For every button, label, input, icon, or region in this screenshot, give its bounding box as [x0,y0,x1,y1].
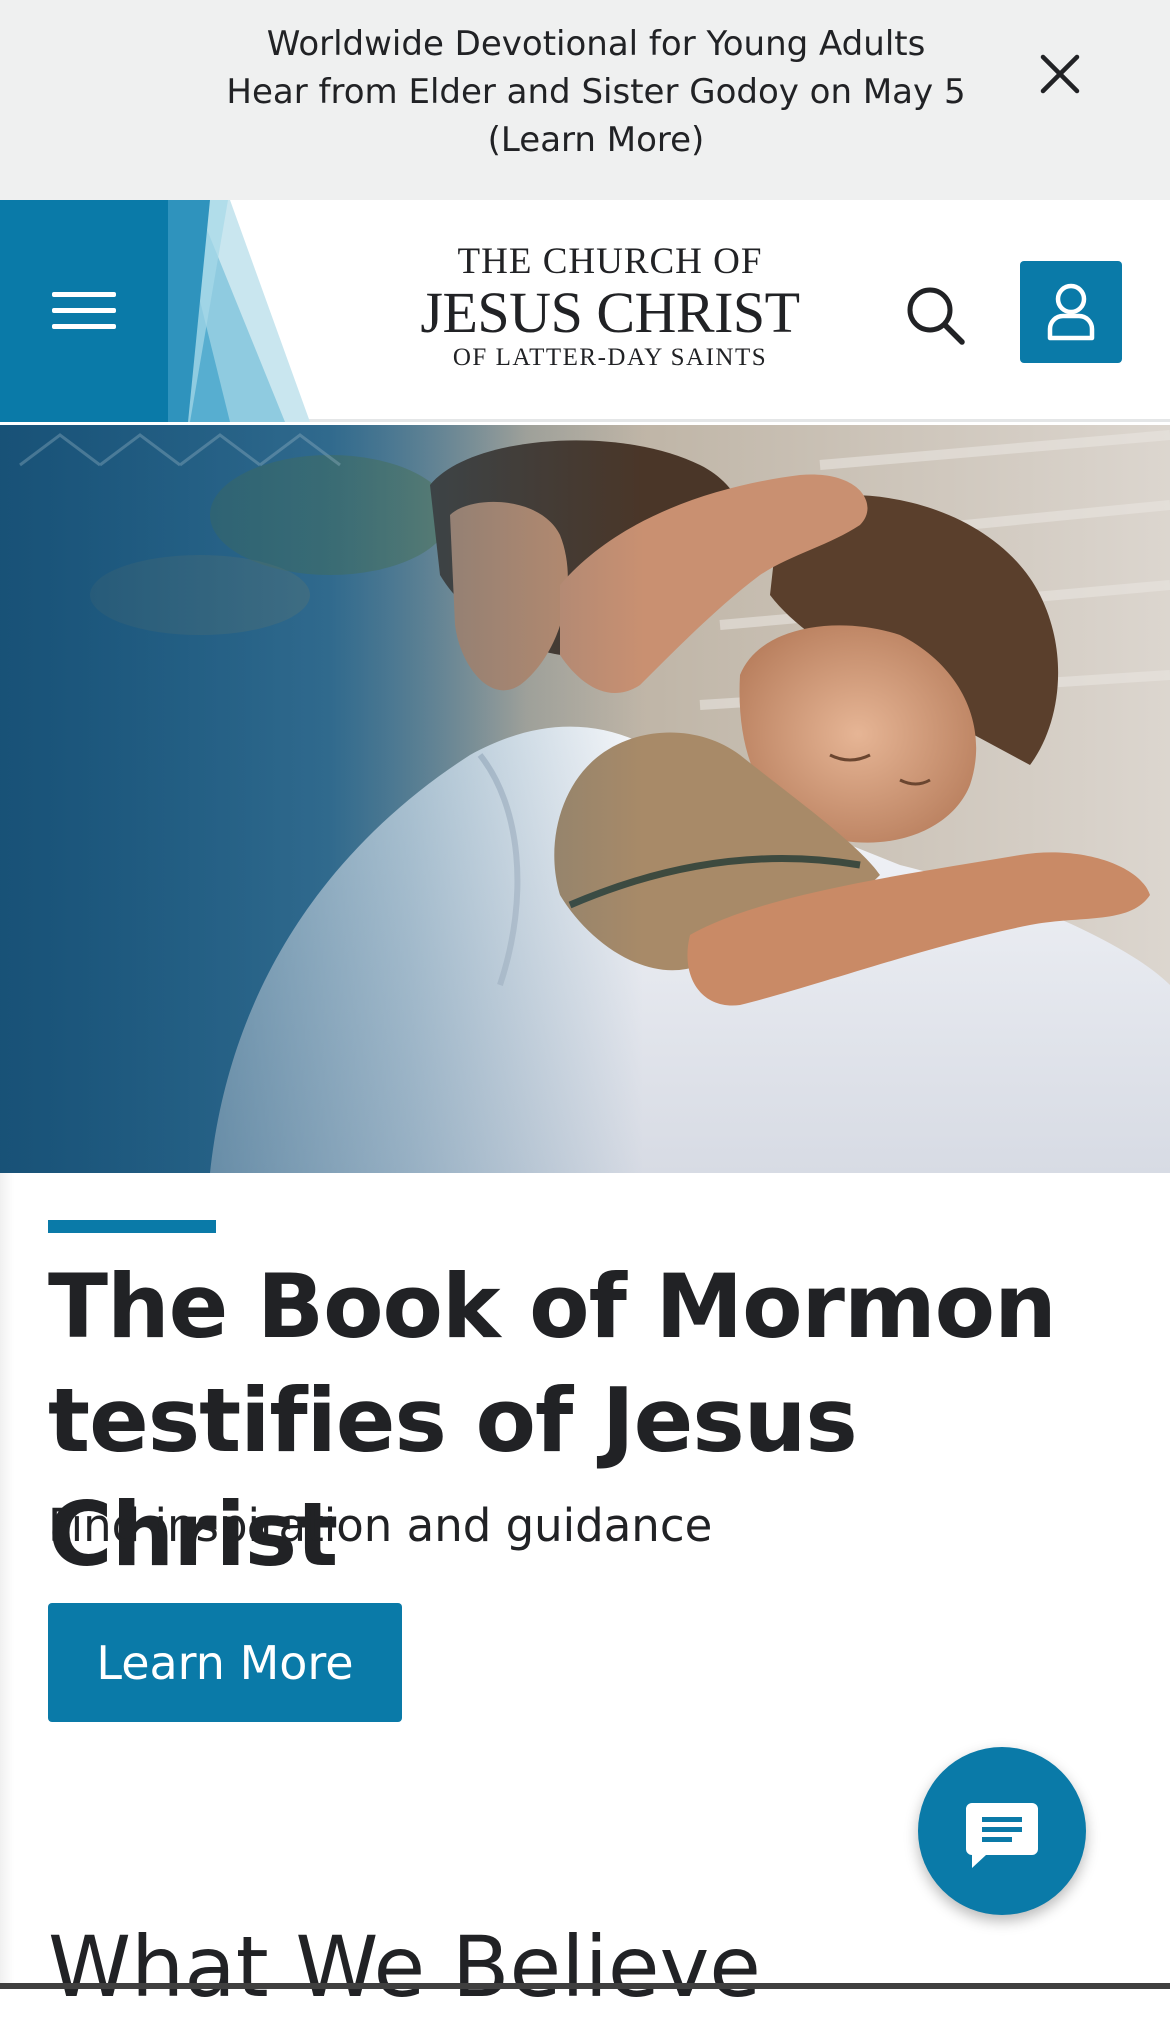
hero-subtitle: Find inspiration and guidance [48,1499,713,1552]
logo-line-2: JESUS CHRIST [420,280,800,345]
announcement-text: Worldwide Devotional for Young Adults He… [150,20,1042,164]
hamburger-menu-icon [52,292,116,329]
user-icon [1047,283,1095,341]
menu-block [0,200,320,422]
what-we-believe-heading: What We Believe [48,1918,761,2016]
chat-icon [966,1803,1038,1868]
announcement-banner: Worldwide Devotional for Young Adults He… [0,0,1170,200]
logo-line-1: THE CHURCH OF [457,241,763,282]
site-header: THE CHURCH OF JESUS CHRIST OF LATTER-DAY… [0,200,1170,422]
banner-close-button[interactable] [1032,46,1088,102]
bottom-divider [0,1983,1170,1989]
church-logo[interactable]: THE CHURCH OF JESUS CHRIST OF LATTER-DAY… [420,240,800,374]
search-icon [907,287,965,345]
chat-button[interactable] [918,1747,1086,1915]
announcement-line-1: Worldwide Devotional for Young Adults [266,24,926,64]
page-edge-shadow [0,1173,14,1983]
menu-button[interactable] [22,262,146,360]
learn-more-button[interactable]: Learn More [48,1603,402,1722]
announcement-line-2: Hear from Elder and Sister Godoy on May … [226,72,966,112]
search-button[interactable] [900,280,972,352]
account-button[interactable] [1020,261,1122,363]
logo-line-3: OF LATTER-DAY SAINTS [452,344,768,371]
announcement-learn-more-link[interactable]: (Learn More) [150,116,1042,164]
hero-image [0,425,1170,1173]
close-icon [1040,54,1080,94]
hero-photo [0,425,1170,1173]
title-accent-bar [48,1220,216,1233]
